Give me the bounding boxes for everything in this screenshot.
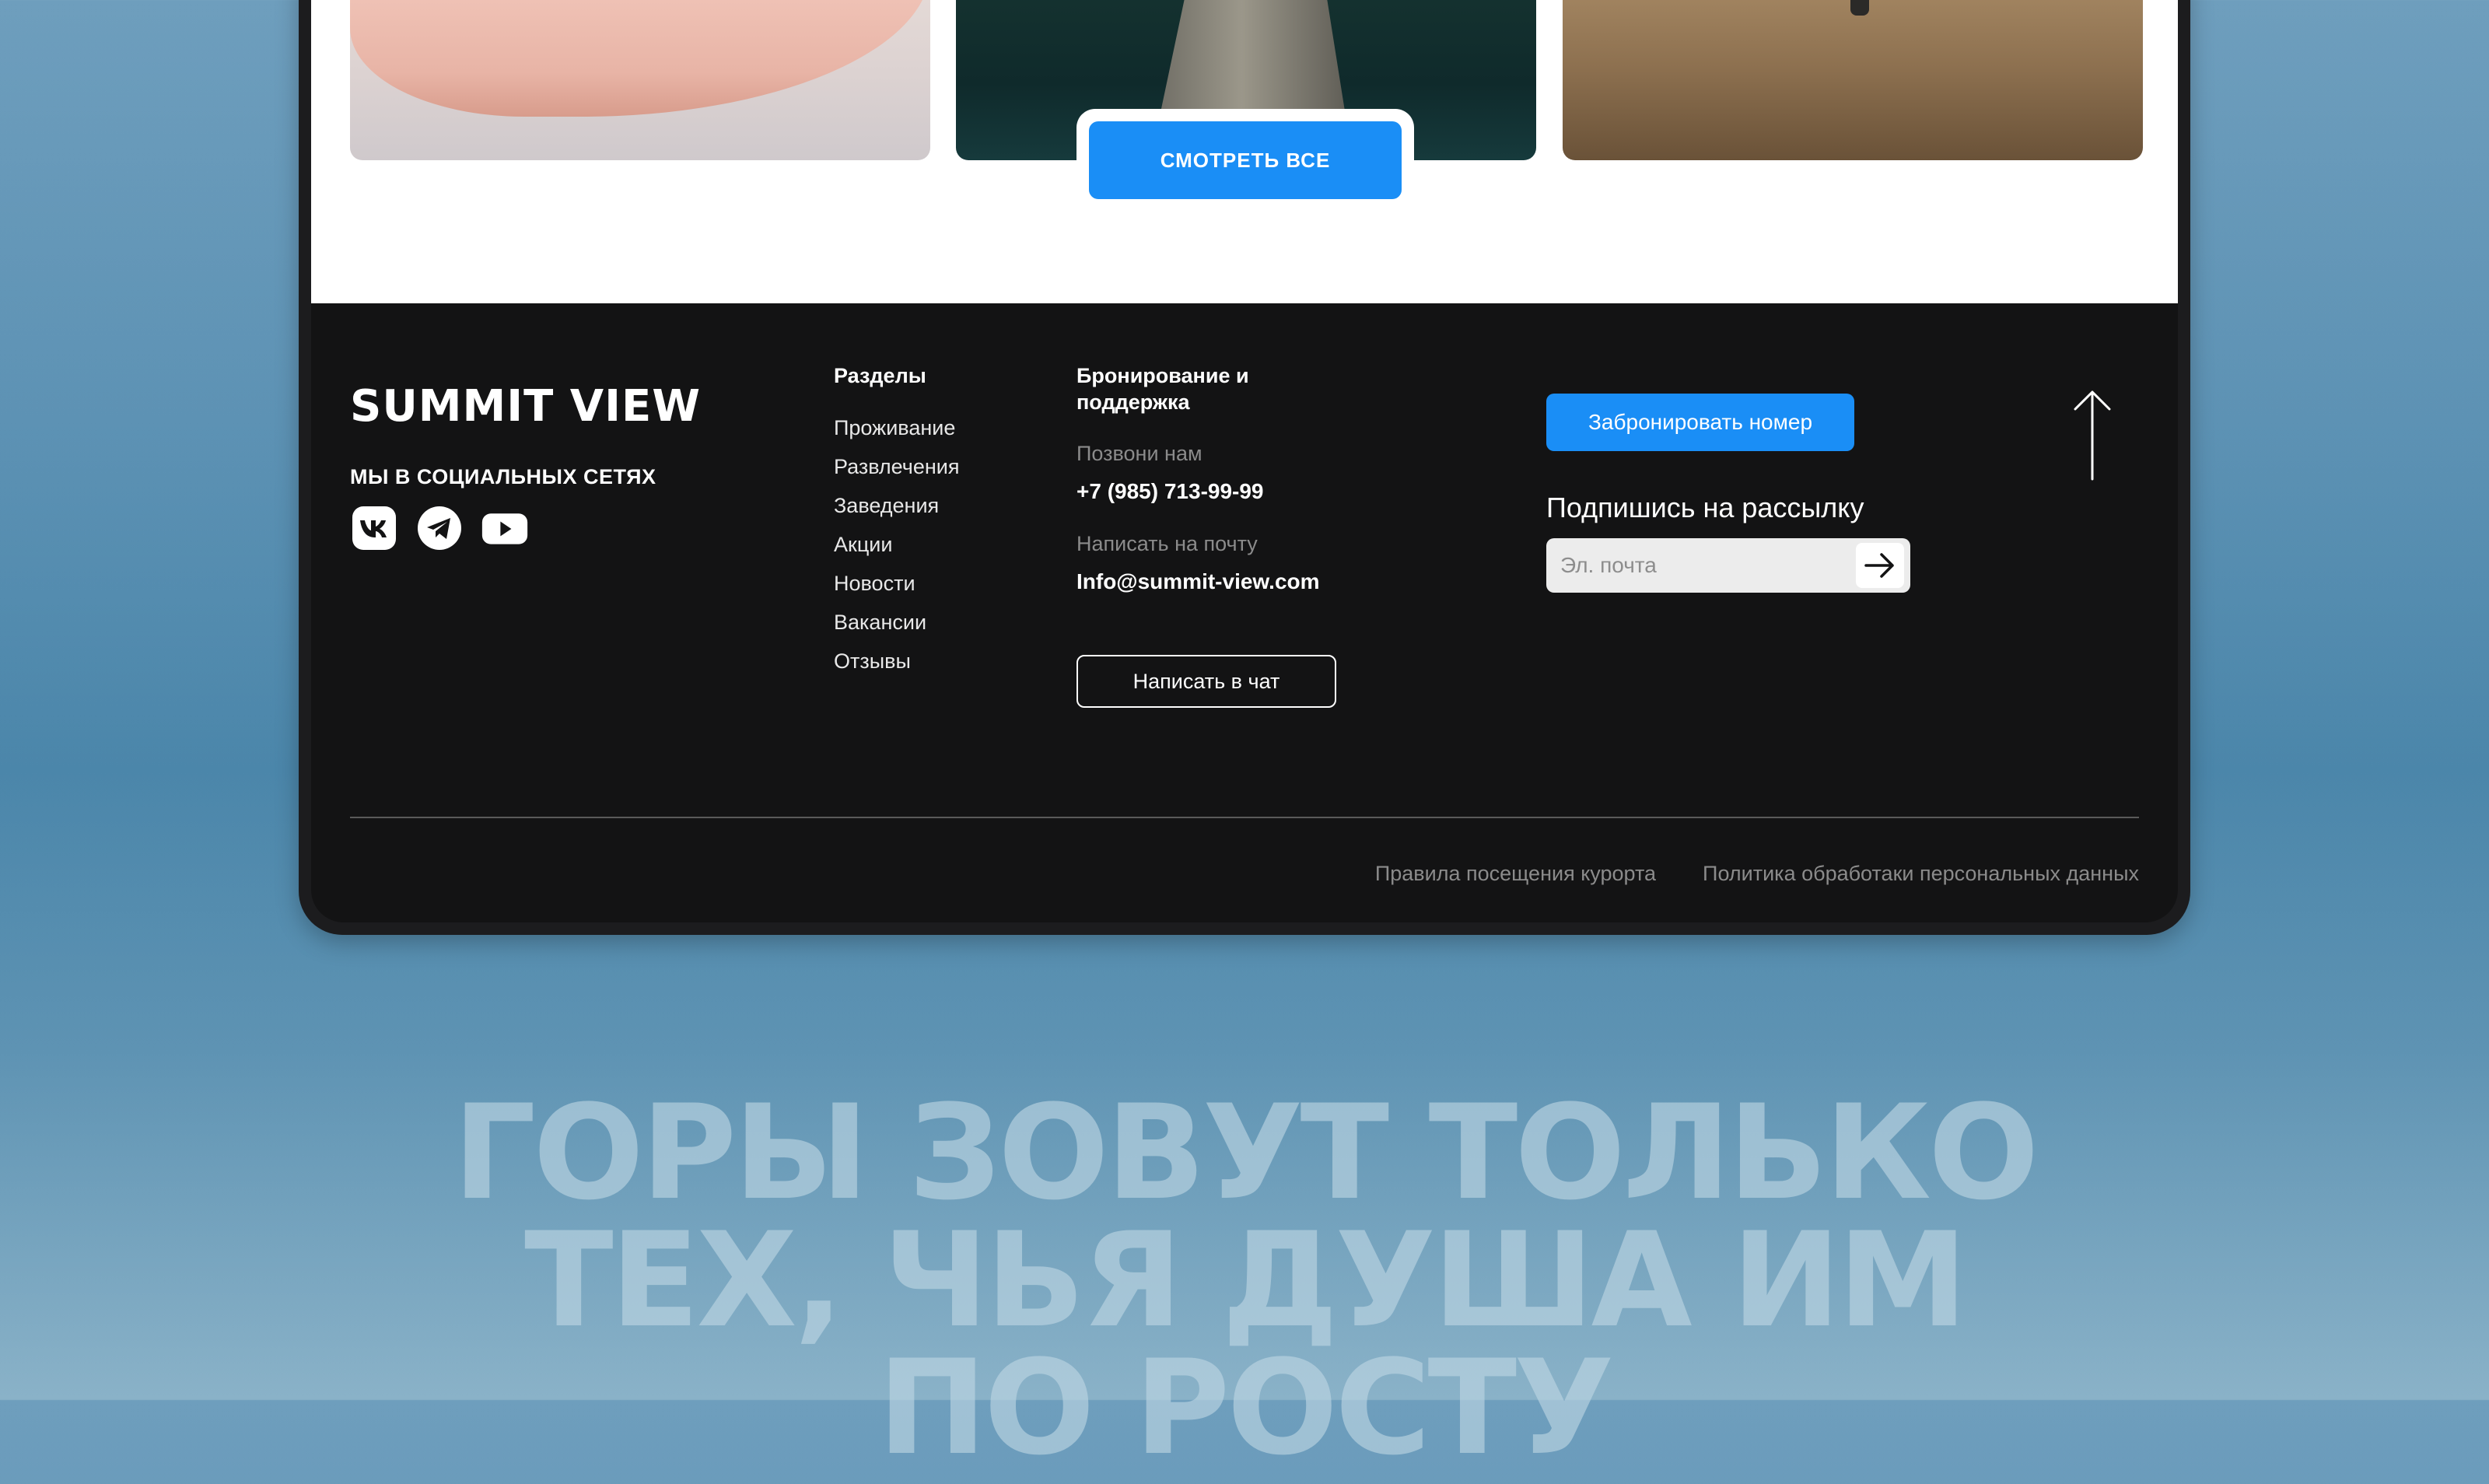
- gallery-section: СМОТРЕТЬ ВСЕ: [311, 0, 2178, 303]
- gallery-card-meadow[interactable]: [1563, 0, 2143, 160]
- newsletter-email-input[interactable]: [1546, 538, 1856, 593]
- chat-button[interactable]: Написать в чат: [1076, 655, 1336, 708]
- footer-divider: [350, 817, 2139, 818]
- scroll-to-top-button[interactable]: [2071, 389, 2114, 482]
- slogan-line-3: ПО РОСТУ: [877, 1332, 1614, 1484]
- hand-photo: [350, 0, 930, 117]
- hero-slogan: ГОРЫ ЗОВУТ ТОЛЬКО ТЕХ, ЧЬЯ ДУША ИМ ПО РО…: [0, 1076, 2489, 1484]
- slogan-line-1: ГОРЫ ЗОВУТ ТОЛЬКО: [453, 1076, 2039, 1229]
- hiker-photo: [1850, 0, 1869, 16]
- mail-label: Написать на почту: [1076, 532, 1258, 555]
- nav-link-reviews[interactable]: Отзывы: [834, 646, 960, 684]
- sections-nav: Проживание Развлечения Заведения Акции Н…: [834, 412, 960, 684]
- social-links: [350, 504, 529, 552]
- nav-link-vacancies[interactable]: Вакансии: [834, 607, 960, 646]
- slogan-line-2: ТЕХ, ЧЬЯ ДУША ИМ: [524, 1204, 1968, 1356]
- vk-icon[interactable]: [350, 504, 398, 552]
- nav-link-accommodation[interactable]: Проживание: [834, 412, 960, 451]
- nav-link-entertainment[interactable]: Развлечения: [834, 451, 960, 490]
- booking-title-line1: Бронирование и: [1076, 364, 1249, 387]
- booking-title-line2: поддержка: [1076, 390, 1190, 414]
- arrow-right-icon: [1864, 553, 1894, 578]
- footer-logo[interactable]: SUMMIT VIEW: [350, 381, 701, 432]
- privacy-policy-link[interactable]: Политика обработаки персональных данных: [1703, 862, 2139, 886]
- nav-link-promotions[interactable]: Акции: [834, 529, 960, 568]
- call-label: Позвони нам: [1076, 442, 1202, 465]
- see-all-button[interactable]: СМОТРЕТЬ ВСЕ: [1089, 121, 1402, 199]
- arrow-up-icon: [2074, 390, 2111, 481]
- phone-link[interactable]: +7 (985) 713-99-99: [1076, 479, 1264, 504]
- booking-title: Бронирование и поддержка: [1076, 362, 1249, 415]
- social-title: МЫ В СОЦИАЛЬНЫХ СЕТЯХ: [350, 465, 656, 488]
- nav-link-venues[interactable]: Заведения: [834, 490, 960, 529]
- youtube-icon[interactable]: [481, 504, 529, 552]
- sections-title: Разделы: [834, 364, 926, 387]
- legal-links: Правила посещения курорта Политика обраб…: [1375, 862, 2139, 886]
- see-all-button-wrap: СМОТРЕТЬ ВСЕ: [1076, 109, 1414, 212]
- nav-link-news[interactable]: Новости: [834, 568, 960, 607]
- subscribe-title: Подпишись на рассылку: [1546, 492, 1864, 523]
- website-screen: СМОТРЕТЬ ВСЕ SUMMIT VIEW МЫ В СОЦИАЛЬНЫХ…: [311, 0, 2178, 922]
- book-room-button[interactable]: Забронировать номер: [1546, 394, 1854, 451]
- newsletter-form: [1546, 538, 1910, 593]
- resort-rules-link[interactable]: Правила посещения курорта: [1375, 862, 1656, 886]
- newsletter-submit-button[interactable]: [1856, 543, 1904, 588]
- gallery-card-hand[interactable]: [350, 0, 930, 160]
- telegram-icon[interactable]: [415, 504, 464, 552]
- email-link[interactable]: Info@summit-view.com: [1076, 569, 1320, 594]
- device-frame: СМОТРЕТЬ ВСЕ SUMMIT VIEW МЫ В СОЦИАЛЬНЫХ…: [299, 0, 2190, 935]
